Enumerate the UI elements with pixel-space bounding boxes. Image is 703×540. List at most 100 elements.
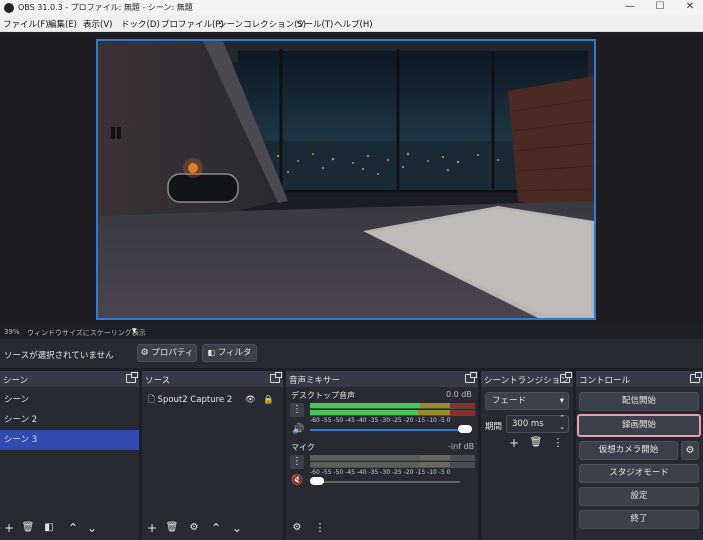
menu-file[interactable]: ファイル(F) <box>3 18 49 30</box>
file-icon: 🗋 <box>148 395 155 405</box>
move-down-icon[interactable]: ⌄ <box>85 522 99 536</box>
scaling-mode-label[interactable]: ウィンドウサイズにスケーリング表示 <box>27 328 146 338</box>
menu-tools[interactable]: ツール(T) <box>296 18 333 30</box>
move-up-icon[interactable]: ⌃ <box>209 522 223 536</box>
sources-dock: ソース 🗋 Spout2 Capture 2 👁 🔒 + 🗑 ⚙ ⌃ ⌄ <box>142 371 283 540</box>
volume-slider[interactable] <box>310 481 460 483</box>
gear-icon[interactable]: ⚙ <box>187 522 201 536</box>
source-context-bar: ソースが選択されていません ⚙ プロパティ ◧ フィルタ <box>0 339 703 368</box>
minimize-button[interactable]: — <box>617 0 643 15</box>
add-source-icon[interactable]: + <box>145 522 159 536</box>
controls-dock: コントロール 配信開始 録画開始 仮想カメラ開始 ⚙ スタジオモード 設定 終了 <box>576 371 703 540</box>
menu-profile[interactable]: プロファイル(P) <box>161 18 224 30</box>
preview-canvas[interactable] <box>96 39 596 320</box>
channel-level: -inf dB <box>448 442 475 451</box>
undock-icon[interactable] <box>270 372 282 383</box>
menu-bar: ファイル(F) 編集(E) 表示(V) ドック(D) プロファイル(P) シーン… <box>0 15 703 32</box>
level-meter <box>310 455 475 461</box>
filter-icon: ◧ <box>207 348 215 357</box>
speaker-icon[interactable]: 🔊 <box>292 424 304 435</box>
spin-arrows-icon[interactable]: ⌃ ⌄ <box>559 414 565 432</box>
level-meter <box>310 410 475 416</box>
menu-help[interactable]: ヘルプ(H) <box>334 18 373 30</box>
scene-item-selected[interactable]: シーン 3 <box>0 430 139 450</box>
move-up-icon[interactable]: ⌃ <box>66 522 80 536</box>
channel-menu-icon[interactable]: ⋮ <box>290 403 304 417</box>
channel-menu-icon[interactable]: ⋮ <box>290 455 304 469</box>
audio-mixer-dock-header: 音声ミキサー <box>286 371 478 387</box>
settings-button[interactable]: 設定 <box>579 487 699 506</box>
transitions-dock-header: シーントランジション <box>481 371 573 387</box>
undock-icon[interactable] <box>126 372 138 383</box>
controls-dock-header: コントロール <box>576 371 703 387</box>
source-item[interactable]: 🗋 Spout2 Capture 2 👁 🔒 <box>142 390 283 410</box>
audio-mixer-title: 音声ミキサー <box>289 376 341 386</box>
no-source-selected-label: ソースが選択されていません <box>4 351 114 361</box>
scaling-dropdown-icon[interactable]: ▾ <box>132 326 137 336</box>
muted-speaker-icon[interactable]: 🔇 <box>291 475 303 486</box>
start-streaming-button[interactable]: 配信開始 <box>579 392 699 411</box>
exit-button[interactable]: 終了 <box>579 510 699 529</box>
obs-logo-icon <box>4 3 14 13</box>
scenes-dock: シーン シーン シーン 2 シーン 3 + 🗑 ◧ ⌃ ⌄ <box>0 371 139 540</box>
menu-dock[interactable]: ドック(D) <box>121 18 160 30</box>
trash-icon[interactable]: 🗑 <box>165 522 179 536</box>
volume-slider[interactable] <box>310 429 460 431</box>
channel-level: 0.0 dB <box>446 390 472 399</box>
sources-toolbar: + 🗑 ⚙ ⌃ ⌄ <box>142 518 283 540</box>
menu-view[interactable]: 表示(V) <box>83 18 112 30</box>
transitions-dock-title: シーントランジション <box>484 376 569 386</box>
more-options-icon[interactable]: ⋮ <box>551 437 565 451</box>
gear-icon[interactable]: ⚙ <box>290 522 304 536</box>
move-down-icon[interactable]: ⌄ <box>230 522 244 536</box>
maximize-button[interactable]: ☐ <box>647 0 673 15</box>
add-scene-icon[interactable]: + <box>2 522 16 536</box>
start-virtual-camera-button[interactable]: 仮想カメラ開始 <box>579 441 678 460</box>
scene-transitions-dock: シーントランジション フェード ▾ 期間 300 ms ⌃ ⌄ + 🗑 ⋮ <box>481 371 573 540</box>
virtual-camera-settings-icon[interactable]: ⚙ <box>681 441 699 460</box>
sources-dock-header: ソース <box>142 371 283 387</box>
preview-status-row: 39% ウィンドウサイズにスケーリング表示 ▾ <box>0 325 703 339</box>
close-button[interactable]: ✕ <box>677 0 703 15</box>
gear-icon: ⚙ <box>140 348 149 358</box>
menu-edit[interactable]: 編集(E) <box>48 18 77 30</box>
level-meter <box>310 462 475 468</box>
trash-icon[interactable]: 🗑 <box>21 522 35 536</box>
start-recording-button[interactable]: 録画開始 <box>577 414 701 437</box>
duration-label: 期間 <box>485 422 503 432</box>
volume-slider-handle[interactable] <box>310 477 324 485</box>
more-options-icon[interactable]: ⋮ <box>313 522 327 536</box>
visibility-eye-icon[interactable]: 👁 <box>245 390 256 410</box>
studio-mode-button[interactable]: スタジオモード <box>579 464 699 483</box>
channel-name: マイク <box>291 443 315 452</box>
level-meter <box>310 403 475 409</box>
duration-input[interactable]: 300 ms ⌃ ⌄ <box>506 414 569 433</box>
mixer-toolbar: ⚙ ⋮ <box>286 518 478 540</box>
filters-button[interactable]: ◧ フィルタ <box>202 344 257 362</box>
menu-scene-collection[interactable]: シーンコレクション(S) <box>218 18 306 30</box>
transition-type-select[interactable]: フェード ▾ <box>485 392 569 410</box>
meter-ticks: -60 -55 -50 -45 -40 -35 -30 -25 -20 -15 … <box>310 469 451 476</box>
chevron-down-icon: ▾ <box>559 396 564 406</box>
scene-preview-image <box>98 41 594 318</box>
trash-icon[interactable]: 🗑 <box>529 437 543 451</box>
scenes-toolbar: + 🗑 ◧ ⌃ ⌄ <box>0 518 139 540</box>
zoom-level: 39% <box>4 328 20 336</box>
title-bar: OBS 31.0.3 - プロファイル: 無題 - シーン: 無題 — ☐ ✕ <box>0 0 703 15</box>
scene-item[interactable]: シーン 2 <box>0 410 139 430</box>
undock-icon[interactable] <box>690 372 702 383</box>
window-title: OBS 31.0.3 - プロファイル: 無題 - シーン: 無題 <box>18 3 193 12</box>
undock-icon[interactable] <box>465 372 477 383</box>
filter-icon[interactable]: ◧ <box>42 522 56 536</box>
add-transition-icon[interactable]: + <box>507 437 521 451</box>
channel-name: デスクトップ音声 <box>291 391 355 400</box>
lock-icon[interactable]: 🔒 <box>263 390 274 410</box>
properties-button[interactable]: ⚙ プロパティ <box>137 344 197 362</box>
meter-ticks: -60 -55 -50 -45 -40 -35 -30 -25 -20 -15 … <box>310 417 451 424</box>
sources-dock-title: ソース <box>145 376 171 386</box>
audio-mixer-dock: 音声ミキサー デスクトップ音声 0.0 dB ⋮ -60 -55 -50 -45… <box>286 371 478 540</box>
undock-icon[interactable] <box>560 372 572 383</box>
scene-item[interactable]: シーン <box>0 390 139 410</box>
volume-slider-handle[interactable] <box>458 425 472 433</box>
scenes-dock-title: シーン <box>3 376 29 386</box>
